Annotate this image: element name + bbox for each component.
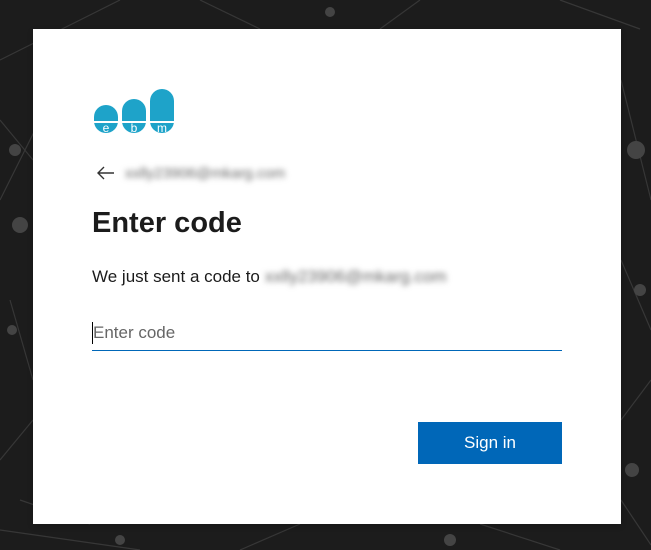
logo-letter-e: e [103,121,110,135]
back-row: xxlly23906@mkarg.com [97,161,285,185]
code-sent-text: We just sent a code to [92,267,260,286]
code-sent-message: We just sent a code to xxlly23906@mkarg.c… [92,267,447,287]
arrow-left-icon[interactable] [97,162,119,184]
signin-card: e b m xxlly23906@mkarg.com Enter code We… [33,29,621,524]
text-caret [92,322,93,344]
page-title: Enter code [92,207,242,239]
ebm-logo: e b m [94,89,174,135]
identity-email: xxlly23906@mkarg.com [125,164,286,182]
code-sent-email: xxlly23906@mkarg.com [264,267,447,286]
code-input[interactable] [92,315,562,351]
logo-letter-m: m [157,121,167,135]
sign-in-button[interactable]: Sign in [418,422,562,464]
logo-letter-b: b [131,121,138,135]
